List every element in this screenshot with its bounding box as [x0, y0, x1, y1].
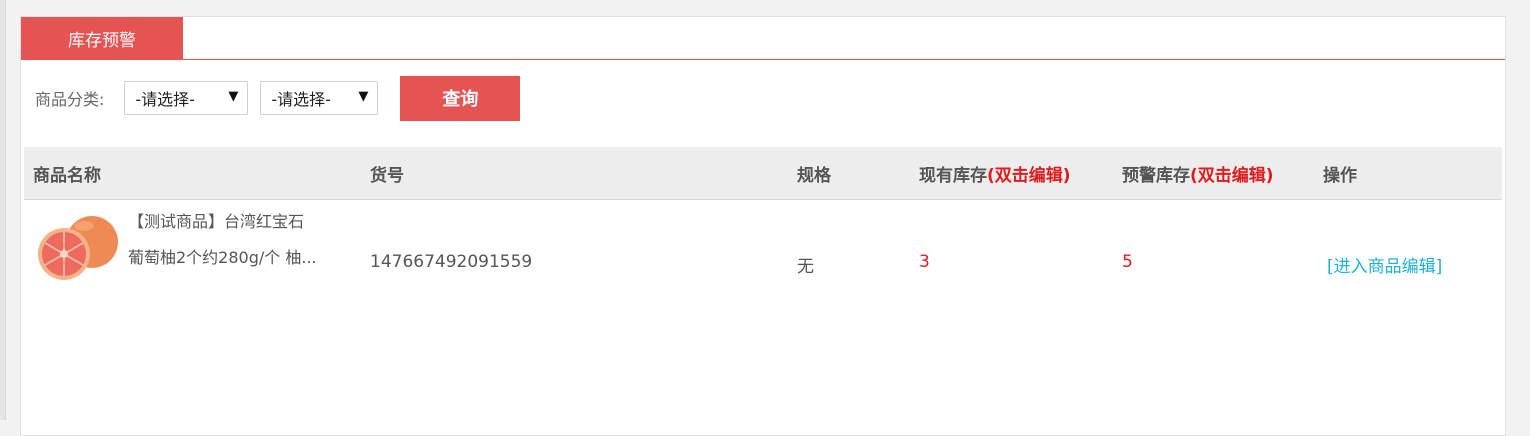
header-spec: 规格 [797, 165, 831, 186]
category-select-2-value: -请选择- [271, 90, 331, 109]
grapefruit-icon [38, 216, 118, 280]
category-label: 商品分类: [35, 90, 105, 109]
left-scroll-edge [0, 0, 6, 420]
header-warn-stock: 预警库存 (双击编辑) [1122, 147, 1274, 199]
tab-bar: 库存预警 [21, 17, 1505, 60]
product-spec: 无 [797, 257, 814, 277]
product-name[interactable]: 【测试商品】台湾红宝石 葡萄柚2个约280g/个 柚... [128, 204, 358, 276]
query-button[interactable]: 查询 [400, 75, 521, 121]
table-header: 商品名称 货号 规格 现有库存 (双击编辑) 预警库存 (双击编辑) 操作 [24, 147, 1502, 200]
header-stock-label: 现有库存 [919, 165, 987, 186]
header-action: 操作 [1323, 165, 1357, 186]
header-stock: 现有库存 (双击编辑) [919, 147, 1071, 199]
category-select-2[interactable]: -请选择- ▼ [260, 81, 379, 115]
product-sku: 147667492091559 [370, 252, 533, 272]
dropdown-arrow-icon: ▼ [358, 89, 369, 104]
table-row: 【测试商品】台湾红宝石 葡萄柚2个约280g/个 柚... 1476674920… [24, 200, 1502, 300]
category-select-1[interactable]: -请选择- ▼ [124, 81, 249, 115]
tab-inventory-warning[interactable]: 库存预警 [21, 17, 183, 59]
category-select-1-value: -请选择- [135, 90, 195, 109]
current-stock-value[interactable]: 3 [919, 252, 930, 272]
inventory-warning-panel: 库存预警 商品分类: -请选择- ▼ -请选择- ▼ 查询 商品名称 货号 规格… [20, 16, 1506, 436]
header-sku: 货号 [370, 165, 404, 186]
header-warn-hint: (双击编辑) [1190, 165, 1274, 186]
warning-stock-value[interactable]: 5 [1122, 252, 1133, 272]
header-warn-label: 预警库存 [1122, 165, 1190, 186]
edit-product-link[interactable]: [进入商品编辑] [1327, 252, 1442, 277]
filter-bar: 商品分类: -请选择- ▼ -请选择- ▼ 查询 [35, 75, 521, 121]
grapefruit-product-image[interactable] [34, 212, 124, 296]
header-name: 商品名称 [33, 165, 101, 186]
header-stock-hint: (双击编辑) [987, 165, 1071, 186]
product-name-line1: 【测试商品】台湾红宝石 [128, 212, 305, 231]
dropdown-arrow-icon: ▼ [228, 89, 239, 104]
product-name-line2: 葡萄柚2个约280g/个 柚... [128, 248, 317, 267]
